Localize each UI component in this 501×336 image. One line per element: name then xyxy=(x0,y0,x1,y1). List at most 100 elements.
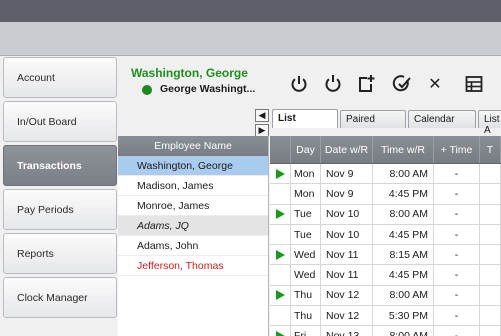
column-header-day[interactable]: Day xyxy=(291,136,321,163)
employee-name-title: Washington, George xyxy=(131,66,248,80)
cell-day: Wed xyxy=(291,265,321,285)
cell-date: Nov 9 xyxy=(321,184,373,204)
play-cell xyxy=(270,306,291,326)
add-square-icon[interactable] xyxy=(355,73,377,95)
list-item[interactable]: Monroe, James xyxy=(118,196,268,216)
cell-day: Mon xyxy=(291,184,321,204)
cell-day: Tue xyxy=(291,224,321,245)
sidebar-item-label: Pay Periods xyxy=(17,203,74,216)
cell-day: Thu xyxy=(291,285,321,306)
table-row[interactable]: Tue Nov 10 4:45 PM - xyxy=(270,224,501,246)
list-item[interactable]: Washington, George xyxy=(118,156,268,176)
sidebar-item-label: In/Out Board xyxy=(17,115,77,128)
table-row[interactable]: Wed Nov 11 4:45 PM - xyxy=(270,265,501,286)
tab-calendar[interactable]: Calendar xyxy=(408,110,476,128)
table-row[interactable]: Wed Nov 11 8:15 AM - xyxy=(270,245,501,266)
sidebar-item-reports[interactable]: Reports xyxy=(3,233,117,274)
column-header-plus-time[interactable]: + Time xyxy=(434,136,480,163)
cell-time: 8:00 AM xyxy=(373,164,434,184)
tab-paired[interactable]: Paired xyxy=(340,110,406,128)
table-row[interactable]: Tue Nov 10 8:00 AM - xyxy=(270,204,501,225)
cell-t xyxy=(480,285,501,306)
table-row[interactable]: Thu Nov 12 5:30 PM - xyxy=(270,306,501,327)
cell-date: Nov 9 xyxy=(321,164,373,184)
power-icon[interactable] xyxy=(288,73,310,95)
cell-day: Thu xyxy=(291,306,321,326)
cell-date: Nov 11 xyxy=(321,245,373,265)
play-icon[interactable] xyxy=(275,290,285,301)
play-icon[interactable] xyxy=(275,168,285,179)
cell-day: Wed xyxy=(291,245,321,265)
play-icon[interactable] xyxy=(275,331,285,336)
close-icon[interactable]: ✕ xyxy=(424,73,446,95)
status-dot-icon xyxy=(142,85,152,95)
column-header-t[interactable]: T xyxy=(480,136,501,163)
sidebar-item-transactions[interactable]: Transactions xyxy=(3,145,117,186)
tab-list-a[interactable]: List A xyxy=(478,110,501,136)
list-item[interactable]: Adams, John xyxy=(118,236,268,256)
play-icon[interactable] xyxy=(275,249,285,260)
play-cell xyxy=(270,224,291,245)
employee-list: Employee Name Washington, George Madison… xyxy=(118,136,269,336)
sidebar: Account In/Out Board Transactions Pay Pe… xyxy=(0,56,118,336)
grid-icon[interactable] xyxy=(463,73,485,95)
column-header-time[interactable]: Time w/R xyxy=(373,136,434,163)
play-cell xyxy=(270,265,291,285)
table-row[interactable]: FriNov 138:00 AM- xyxy=(270,326,501,336)
list-item[interactable]: Madison, James xyxy=(118,176,268,196)
window-top-bar xyxy=(0,0,501,22)
play-icon[interactable] xyxy=(275,209,285,220)
cell-plus-time: - xyxy=(434,326,480,336)
tab-list[interactable]: List xyxy=(272,109,338,128)
cell-date: Nov 12 xyxy=(321,306,373,326)
cell-time: 4:45 PM xyxy=(373,265,434,285)
cell-t xyxy=(480,326,501,336)
play-cell xyxy=(270,326,291,336)
employee-status-name: George Washingt... xyxy=(160,83,256,95)
play-cell xyxy=(270,164,291,184)
sidebar-item-clock-manager[interactable]: Clock Manager xyxy=(3,277,117,318)
cell-time: 8:00 AM xyxy=(373,204,434,224)
play-cell xyxy=(270,285,291,306)
scroll-left-button[interactable]: ◀ xyxy=(255,109,269,122)
cell-plus-time: - xyxy=(434,245,480,265)
cell-date: Nov 11 xyxy=(321,265,373,285)
cell-time: 5:30 PM xyxy=(373,306,434,326)
list-item[interactable]: Jefferson, Thomas xyxy=(118,256,268,276)
table-row[interactable]: Mon Nov 9 4:45 PM - xyxy=(270,184,501,205)
cell-time: 8:00 AM xyxy=(373,285,434,306)
cell-t xyxy=(480,224,501,245)
column-header[interactable] xyxy=(270,136,291,163)
cell-date: Nov 10 xyxy=(321,224,373,245)
sidebar-item-in-out-board[interactable]: In/Out Board xyxy=(3,101,117,142)
cell-t xyxy=(480,184,501,204)
cell-plus-time: - xyxy=(434,306,480,326)
play-cell xyxy=(270,245,291,265)
sidebar-item-label: Reports xyxy=(17,247,54,260)
grid-header-row: Day Date w/R Time w/R + Time T xyxy=(270,136,501,164)
sidebar-item-account[interactable]: Account xyxy=(3,57,117,98)
play-cell xyxy=(270,184,291,204)
title-band xyxy=(0,22,501,56)
sidebar-item-pay-periods[interactable]: Pay Periods xyxy=(3,189,117,230)
cell-time: 4:45 PM xyxy=(373,224,434,245)
cell-time: 8:15 AM xyxy=(373,245,434,265)
cell-time: 4:45 PM xyxy=(373,184,434,204)
cell-plus-time: - xyxy=(434,184,480,204)
cell-plus-time: - xyxy=(434,265,480,285)
cell-t xyxy=(480,265,501,285)
table-row[interactable]: Mon Nov 9 8:00 AM - xyxy=(270,164,501,185)
cell-t xyxy=(480,204,501,224)
column-header-date[interactable]: Date w/R xyxy=(321,136,373,163)
sidebar-item-label: Account xyxy=(17,71,55,84)
cell-t xyxy=(480,164,501,184)
employee-list-header[interactable]: Employee Name xyxy=(118,136,268,156)
table-row[interactable]: Thu Nov 12 8:00 AM - xyxy=(270,285,501,307)
edit-check-icon[interactable] xyxy=(391,73,413,95)
cell-time: 8:00 AM xyxy=(373,326,434,336)
cell-day: Mon xyxy=(291,164,321,184)
power-alt-icon[interactable] xyxy=(322,73,344,95)
list-item[interactable]: Adams, JQ xyxy=(118,216,268,236)
cell-plus-time: - xyxy=(434,285,480,306)
cell-plus-time: - xyxy=(434,204,480,224)
